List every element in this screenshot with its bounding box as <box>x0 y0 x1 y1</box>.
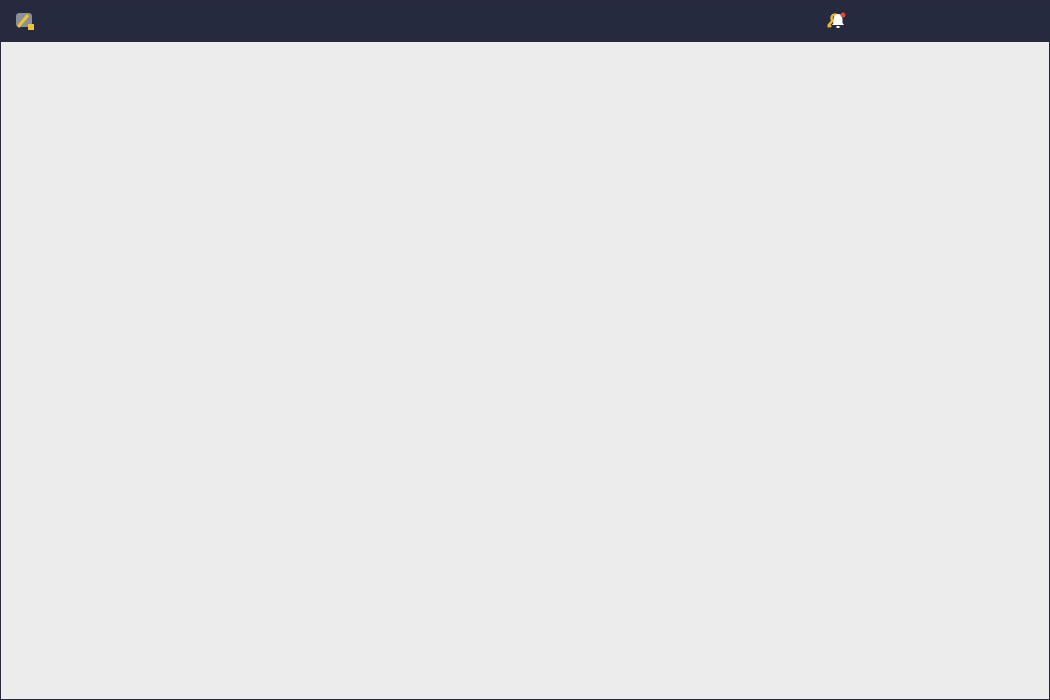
app-window <box>0 0 1050 700</box>
title-bar <box>1 1 1050 42</box>
bell-icon[interactable] <box>827 10 849 32</box>
app-logo-icon <box>16 13 34 30</box>
